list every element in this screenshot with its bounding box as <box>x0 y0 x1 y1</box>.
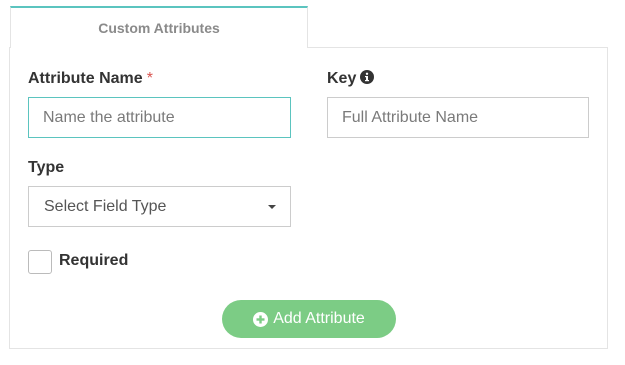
tab-label: Custom Attributes <box>98 20 220 36</box>
field-type-select[interactable]: Select Field Type <box>28 186 291 227</box>
required-label[interactable]: Required <box>59 252 128 270</box>
info-icon[interactable] <box>360 70 375 84</box>
key-input[interactable] <box>327 97 589 138</box>
caret-down-icon <box>268 205 276 209</box>
add-attribute-label: Add Attribute <box>273 310 365 327</box>
attribute-name-label: Attribute Name * <box>28 70 153 87</box>
field-type-selected-value: Select Field Type <box>44 197 167 215</box>
required-checkbox[interactable] <box>28 250 52 274</box>
required-marker: * <box>146 70 153 87</box>
attribute-name-input[interactable] <box>28 97 291 138</box>
type-label: Type <box>28 159 65 176</box>
plus-circle-icon <box>253 311 269 327</box>
key-label: Key <box>327 70 375 88</box>
tab-custom-attributes[interactable]: Custom Attributes <box>10 6 308 48</box>
add-attribute-button[interactable]: Add Attribute <box>222 300 396 338</box>
